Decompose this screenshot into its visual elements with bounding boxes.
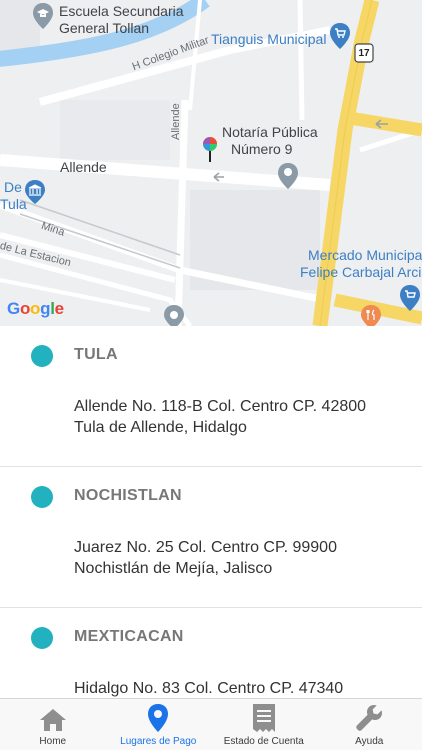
tab-estado-de-cuenta[interactable]: Estado de Cuenta [211,699,317,750]
market-cart-poi-icon[interactable] [400,285,420,311]
tab-home[interactable]: Home [0,699,106,750]
map-label-mercado-line1: Mercado Municipal [308,247,422,263]
receipt-icon [252,704,275,732]
map-label-tianguis: Tianguis Municipal [211,31,327,47]
tab-lugares-de-pago-label: Lugares de Pago [120,736,197,747]
map-label-notaria-line1: Notaría Pública [222,124,318,140]
location-poi-icon[interactable] [278,163,298,189]
tab-bar: Home Lugares de Pago Estado de Cuenta Ay… [0,698,422,750]
shopping-cart-poi-icon[interactable] [330,23,350,49]
tab-estado-de-cuenta-label: Estado de Cuenta [223,736,304,747]
gray-poi-icon[interactable] [164,305,184,326]
tab-lugares-de-pago[interactable]: Lugares de Pago [106,699,212,750]
map-label-school-line2: General Tollan [59,20,150,36]
google-logo-letter: G [7,299,20,318]
home-icon [39,709,66,731]
google-logo-letter: o [30,299,41,318]
google-logo-letter: e [54,299,64,318]
map-label-de-tula-line2: Tula [0,196,27,212]
place-address-line2: Nochistlán de Mejía, Jalisco [74,560,273,577]
list-item[interactable]: MEXTICACAN Hidalgo No. 83 Col. Centro CP… [0,608,422,698]
payment-places-list[interactable]: TULA Allende No. 118-B Col. Centro CP. 4… [0,326,422,698]
place-dot-icon [31,627,53,649]
school-poi-icon[interactable] [33,3,53,29]
restaurant-poi-icon[interactable] [361,305,381,326]
route-shield-label: 17 [358,48,370,59]
tab-home-label: Home [39,736,67,747]
place-address-line1: Hidalgo No. 83 Col. Centro CP. 47340 [74,680,344,697]
place-address-line2: Tula de Allende, Hidalgo [74,419,247,436]
map-label-allende-vertical: Allende [170,103,182,140]
google-logo-letter: o [19,299,31,318]
place-address: Hidalgo No. 83 Col. Centro CP. 47340 [74,678,343,698]
map-label-allende-street: Allende [60,159,107,175]
place-address: Allende No. 118-B Col. Centro CP. 42800 … [74,396,366,438]
list-item[interactable]: TULA Allende No. 118-B Col. Centro CP. 4… [0,326,422,467]
map-view[interactable]: Escuela Secundaria General Tollan Tiangu… [0,0,422,326]
list-item[interactable]: NOCHISTLAN Juarez No. 25 Col. Centro CP.… [0,467,422,608]
place-name: NOCHISTLAN [74,487,182,504]
place-name: TULA [74,346,118,363]
place-name: MEXTICACAN [74,628,184,645]
place-dot-icon [31,345,53,367]
wrench-icon [356,705,383,731]
map-label-mercado-line2: Felipe Carbajal Arcia [300,264,422,280]
tab-ayuda[interactable]: Ayuda [317,699,422,750]
map-label-de-tula-line1: De [4,179,22,195]
place-address: Juarez No. 25 Col. Centro CP. 99900 Noch… [74,537,337,579]
google-logo: Google [7,299,64,319]
place-dot-icon [31,486,53,508]
google-logo-letter: g [40,299,51,318]
tab-ayuda-label: Ayuda [355,736,384,747]
selected-marker-icon[interactable] [202,136,218,164]
place-address-line1: Juarez No. 25 Col. Centro CP. 99900 [74,539,337,556]
map-label-school-line1: Escuela Secundaria [59,3,184,19]
place-address-line1: Allende No. 118-B Col. Centro CP. 42800 [74,398,367,415]
map-label-notaria-line2: Número 9 [231,141,293,157]
map-pin-icon [148,704,169,732]
museum-poi-icon[interactable] [25,180,45,204]
